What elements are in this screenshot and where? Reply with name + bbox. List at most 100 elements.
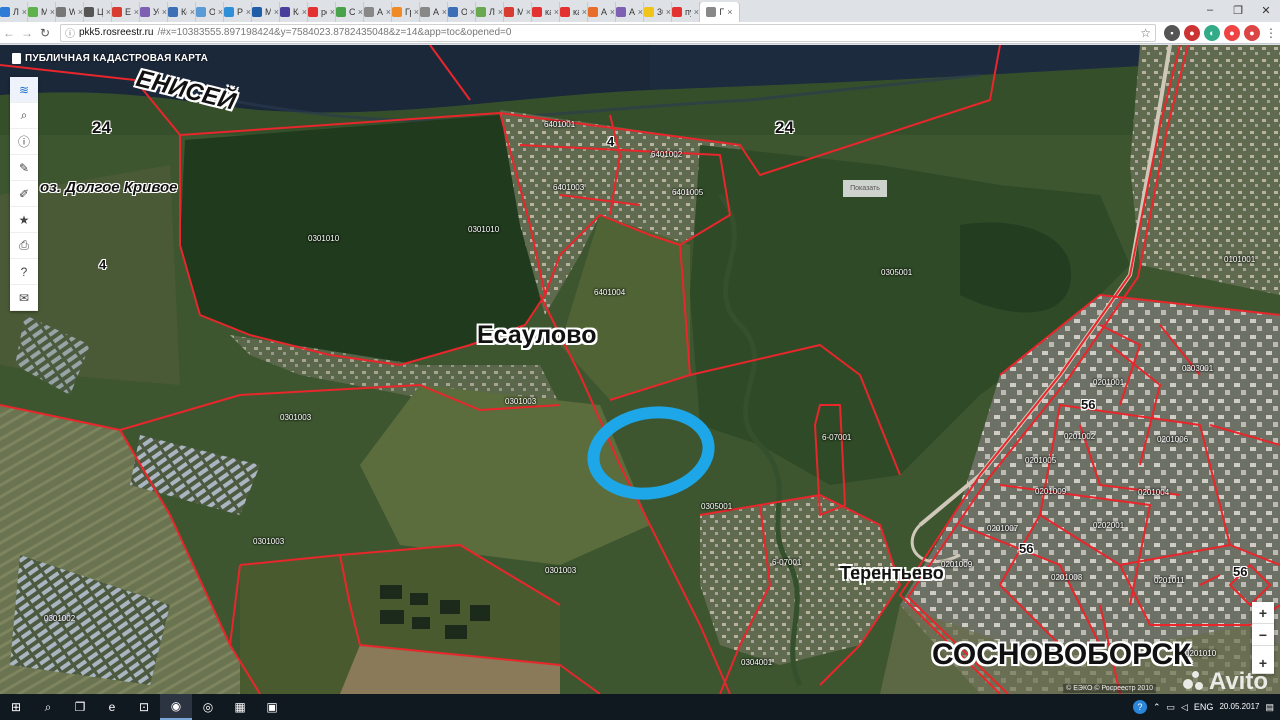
browser-tab[interactable]: Арен× (616, 2, 644, 22)
tab-close-icon[interactable]: × (526, 7, 531, 17)
tab-close-icon[interactable]: × (106, 7, 111, 17)
browser-tab[interactable]: Арен× (588, 2, 616, 22)
network-icon[interactable]: ▭ (1166, 702, 1175, 713)
browser-tab[interactable]: Реда× (224, 2, 252, 22)
tab-close-icon[interactable]: × (694, 7, 699, 17)
tab-close-icon[interactable]: × (162, 7, 167, 17)
tab-close-icon[interactable]: × (274, 7, 279, 17)
tab-close-icon[interactable]: × (582, 7, 587, 17)
language-indicator[interactable]: ENG (1194, 702, 1214, 712)
tab-close-icon[interactable]: × (134, 7, 139, 17)
browser-tab[interactable]: пуб× (672, 2, 700, 22)
store-taskbar-icon[interactable]: ⊡ (128, 694, 160, 720)
browser-tab[interactable]: Лич× (0, 2, 28, 22)
extension-icon[interactable]: ● (1184, 24, 1200, 41)
tab-close-icon[interactable]: × (554, 7, 559, 17)
tab-close-icon[interactable]: × (386, 7, 391, 17)
notifications-icon[interactable]: ▤ (1265, 702, 1274, 713)
browser-tab[interactable]: Ekin× (112, 2, 140, 22)
tray-up-icon[interactable]: ⌃ (1153, 702, 1161, 713)
media-taskbar-icon[interactable]: ◎ (192, 694, 224, 720)
print-tool-icon[interactable]: ⎙ (10, 233, 38, 259)
photos-taskbar-icon[interactable]: ▦ (224, 694, 256, 720)
browser-tab[interactable]: Спец× (336, 2, 364, 22)
bookmark-star-icon[interactable]: ☆ (1140, 26, 1151, 40)
menu-icon[interactable]: ⋮ (1262, 24, 1280, 42)
forward-button[interactable]: → (18, 24, 36, 42)
help-tool-icon[interactable]: ? (10, 259, 38, 285)
draw-tool-icon[interactable]: ✐ (10, 181, 38, 207)
edge-taskbar-icon[interactable]: e (96, 694, 128, 720)
browser-tab[interactable]: Каби× (280, 2, 308, 22)
tab-label: Мои (265, 7, 271, 17)
url-input[interactable]: ⓘ pkk5.rosreestr.ru/#x=10383555.89719842… (60, 23, 1156, 42)
screen-taskbar-icon[interactable]: ▣ (256, 694, 288, 720)
back-button[interactable]: ← (0, 24, 18, 42)
tab-close-icon[interactable]: × (442, 7, 447, 17)
show-button[interactable]: Показать (843, 180, 887, 197)
reload-button[interactable]: ↻ (36, 24, 54, 42)
info-tool-icon[interactable]: ⓘ (10, 129, 38, 155)
mail-tool-icon[interactable]: ✉ (10, 285, 38, 311)
zoom-in-button[interactable]: + (1252, 602, 1274, 624)
url-path: /#x=10383555.897198424&y=7584023.8782435… (157, 27, 512, 38)
cadastral-code: 6-07001 (822, 433, 852, 442)
browser-tab[interactable]: 365× (644, 2, 672, 22)
tab-close-icon[interactable]: × (638, 7, 643, 17)
browser-tab[interactable]: Мой× (504, 2, 532, 22)
search-tool-icon[interactable]: ⌕ (10, 103, 38, 129)
browser-tab[interactable]: Лизн× (476, 2, 504, 22)
tab-close-icon[interactable]: × (190, 7, 195, 17)
tab-close-icon[interactable]: × (78, 7, 83, 17)
browser-tab[interactable]: рекл× (308, 2, 336, 22)
browser-tab[interactable]: ООС× (196, 2, 224, 22)
browser-tab[interactable]: Цен× (84, 2, 112, 22)
tab-close-icon[interactable]: × (50, 7, 55, 17)
minimize-button[interactable]: – (1196, 0, 1224, 20)
browser-tab[interactable]: Объ× (448, 2, 476, 22)
close-window-button[interactable]: ✕ (1252, 0, 1280, 20)
tab-close-icon[interactable]: × (470, 7, 475, 17)
zoom-out-button[interactable]: − (1252, 624, 1274, 646)
browser-tab[interactable]: как× (532, 2, 560, 22)
measure-tool-icon[interactable]: ✎ (10, 155, 38, 181)
extension-icon[interactable]: ▪ (1164, 24, 1180, 41)
extension-icon[interactable]: ◐ (1204, 24, 1220, 41)
extension-icon[interactable]: ● (1244, 24, 1260, 41)
tab-close-icon[interactable]: × (610, 7, 615, 17)
browser-tab[interactable]: Мо× (28, 2, 56, 22)
tab-close-icon[interactable]: × (727, 7, 732, 17)
browser-tab[interactable]: Арен× (420, 2, 448, 22)
extension-icon[interactable]: ● (1224, 24, 1240, 41)
browser-tab[interactable]: кам× (560, 2, 588, 22)
browser-tab[interactable]: Конт× (168, 2, 196, 22)
chrome-taskbar-icon[interactable]: ◉ (160, 694, 192, 720)
volume-icon[interactable]: ◁ (1181, 702, 1188, 713)
help-icon[interactable]: ? (1132, 700, 1147, 714)
tab-close-icon[interactable]: × (246, 7, 251, 17)
clock[interactable]: 20.05.2017 (1219, 702, 1259, 712)
browser-tab[interactable]: Груп× (392, 2, 420, 22)
layers-tool-icon[interactable]: ≋ (10, 77, 38, 103)
tab-close-icon[interactable]: × (666, 7, 671, 17)
task-view-taskbar-icon[interactable]: ❐ (64, 694, 96, 720)
tab-close-icon[interactable]: × (302, 7, 307, 17)
browser-tab[interactable]: Услу× (140, 2, 168, 22)
search-taskbar-icon[interactable]: ⌕ (32, 694, 64, 720)
browser-tab[interactable]: Wiu× (56, 2, 84, 22)
tab-favicon-icon (280, 7, 290, 17)
start-taskbar-icon[interactable]: ⊞ (0, 694, 32, 720)
maximize-button[interactable]: ❐ (1224, 0, 1252, 20)
browser-tab[interactable]: Г × (700, 2, 740, 22)
tab-close-icon[interactable]: × (218, 7, 223, 17)
browser-tab[interactable]: Мои× (252, 2, 280, 22)
tab-close-icon[interactable]: × (358, 7, 363, 17)
tab-close-icon[interactable]: × (414, 7, 419, 17)
info-icon[interactable]: ⓘ (65, 25, 75, 40)
browser-tab[interactable]: Арен× (364, 2, 392, 22)
bookmark-tool-icon[interactable]: ★ (10, 207, 38, 233)
tab-close-icon[interactable]: × (22, 7, 27, 17)
map-viewport[interactable]: ПУБЛИЧНАЯ КАДАСТРОВАЯ КАРТА ≋ ⌕ ⓘ ✎ ✐ ★ ⎙? ✉ По… (0, 45, 1280, 694)
tab-close-icon[interactable]: × (498, 7, 503, 17)
tab-close-icon[interactable]: × (330, 7, 335, 17)
